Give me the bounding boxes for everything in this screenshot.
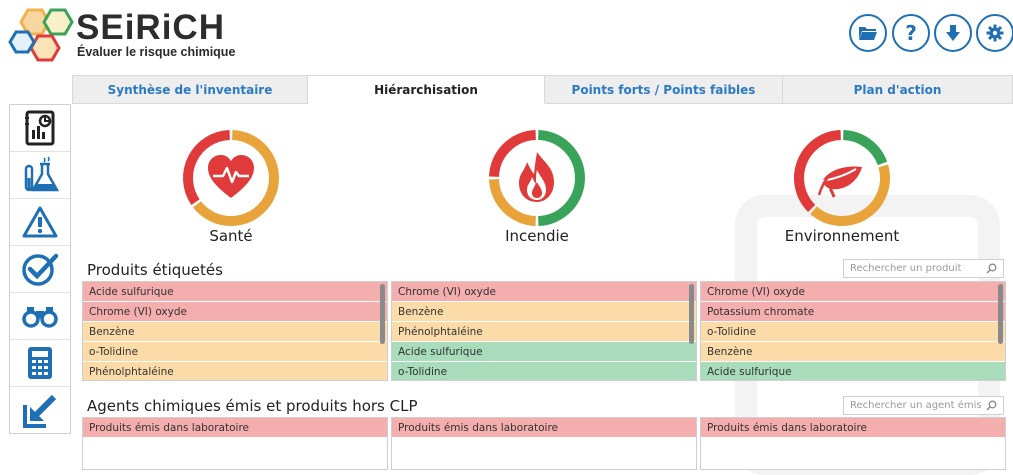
- list-item[interactable]: Benzène: [701, 342, 1005, 362]
- list-item[interactable]: o-Tolidine: [83, 342, 387, 362]
- scrollbar[interactable]: [380, 284, 385, 344]
- list-item[interactable]: o-Tolidine: [392, 362, 696, 380]
- search-icon: [986, 263, 997, 274]
- app-subtitle: Évaluer le risque chimique: [77, 45, 236, 59]
- open-folder-button[interactable]: [849, 14, 887, 52]
- section-title-agents: Agents chimiques émis et produits hors C…: [87, 397, 418, 415]
- tab-plan-action[interactable]: Plan d'action: [783, 75, 1013, 104]
- search-produit-placeholder: Rechercher un produit: [850, 263, 962, 274]
- gauge-label-sante: Santé: [209, 227, 253, 245]
- search-produit-input[interactable]: Rechercher un produit: [843, 259, 1004, 278]
- list-item[interactable]: Acide sulfurique: [701, 362, 1005, 380]
- agents-list-incendie[interactable]: Produits émis dans laboratoire: [391, 417, 697, 470]
- agents-list-environnement[interactable]: Produits émis dans laboratoire: [700, 417, 1006, 470]
- leaf-icon: [817, 166, 862, 198]
- sidebar-item-calculator[interactable]: [10, 340, 70, 387]
- scrollbar[interactable]: [998, 284, 1003, 344]
- folder-icon: [859, 27, 877, 40]
- produits-list-incendie[interactable]: Chrome (VI) oxyde Benzène Phénolphtaléin…: [391, 281, 697, 381]
- download-button[interactable]: [934, 14, 972, 52]
- list-item[interactable]: Chrome (VI) oxyde: [392, 282, 696, 302]
- search-agent-input[interactable]: Rechercher un agent émis: [843, 396, 1004, 415]
- list-item[interactable]: Acide sulfurique: [83, 282, 387, 302]
- list-item[interactable]: Chrome (VI) oxyde: [83, 302, 387, 322]
- warning-icon: [22, 206, 58, 238]
- tab-bar: Synthèse de l'inventaire Hiérarchisation…: [72, 75, 1013, 104]
- list-item[interactable]: Phénolphtaléine: [83, 362, 387, 380]
- report-icon: [25, 110, 55, 146]
- check-icon: [22, 253, 59, 286]
- list-item[interactable]: Chrome (VI) oxyde: [701, 282, 1005, 302]
- sidebar-item-laboratory[interactable]: [10, 152, 70, 199]
- sidebar-item-validation[interactable]: [10, 246, 70, 293]
- tab-hierarchisation[interactable]: Hiérarchisation: [308, 75, 545, 104]
- sidebar-item-observation[interactable]: [10, 293, 70, 340]
- help-button[interactable]: ?: [892, 14, 930, 52]
- export-arrow-icon: [23, 394, 57, 428]
- download-icon: [946, 25, 960, 41]
- app-name: SEiRiCH: [76, 8, 225, 47]
- sidebar-item-export[interactable]: [10, 387, 70, 434]
- produits-list-environnement[interactable]: Chrome (VI) oxyde Potassium chromate o-T…: [700, 281, 1006, 381]
- list-item[interactable]: Produits émis dans laboratoire: [392, 418, 696, 438]
- list-item[interactable]: Potassium chromate: [701, 302, 1005, 322]
- list-item[interactable]: Produits émis dans laboratoire: [83, 418, 387, 438]
- list-item[interactable]: Benzène: [392, 302, 696, 322]
- sidebar-item-warning[interactable]: [10, 199, 70, 246]
- gear-icon: [986, 24, 1004, 42]
- list-item[interactable]: o-Tolidine: [701, 322, 1005, 342]
- search-agent-placeholder: Rechercher un agent émis: [850, 400, 982, 411]
- lab-flask-icon: [24, 156, 60, 192]
- tab-synthese-inventaire[interactable]: Synthèse de l'inventaire: [72, 75, 308, 104]
- produits-list-sante[interactable]: Acide sulfurique Chrome (VI) oxyde Benzè…: [82, 281, 388, 381]
- heart-icon: [208, 155, 254, 198]
- fire-icon: [519, 152, 554, 202]
- gauge-label-environnement: Environnement: [784, 227, 900, 245]
- question-icon: ?: [905, 21, 917, 45]
- sidebar-item-report[interactable]: [10, 105, 70, 152]
- binoculars-icon: [22, 307, 58, 328]
- list-item[interactable]: Phénolphtaléine: [392, 322, 696, 342]
- tab-points-forts-faibles[interactable]: Points forts / Points faibles: [545, 75, 783, 104]
- section-title-produits: Produits étiquetés: [87, 261, 223, 279]
- gauge-label-incendie: Incendie: [505, 227, 569, 245]
- list-item[interactable]: Benzène: [83, 322, 387, 342]
- calculator-icon: [28, 347, 52, 379]
- list-item[interactable]: Acide sulfurique: [392, 342, 696, 362]
- settings-button[interactable]: [976, 14, 1013, 52]
- scrollbar[interactable]: [689, 284, 694, 344]
- agents-list-sante[interactable]: Produits émis dans laboratoire: [82, 417, 388, 470]
- list-item[interactable]: Produits émis dans laboratoire: [701, 418, 1005, 438]
- molecule-logo-icon: [8, 8, 74, 62]
- sidebar: [9, 104, 71, 434]
- search-icon: [986, 400, 997, 411]
